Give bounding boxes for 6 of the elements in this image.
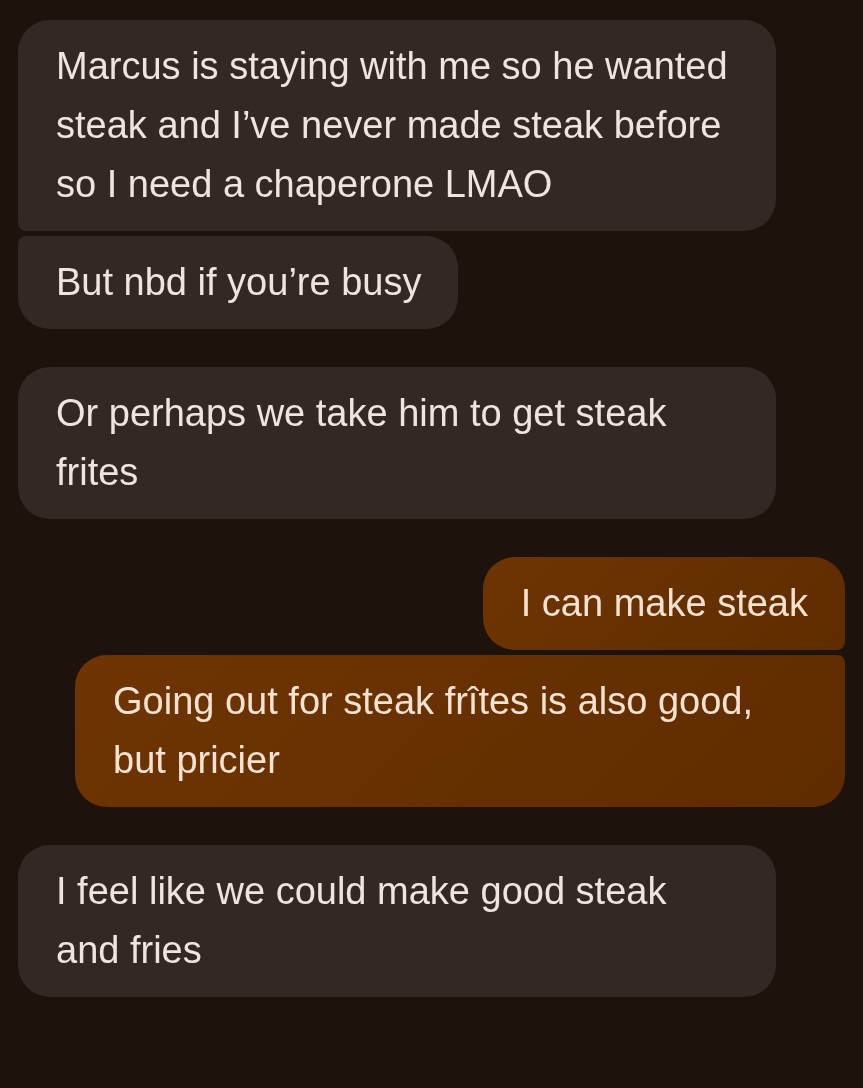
message-bubble: I feel like we could make good steak and fries (18, 845, 776, 997)
message-bubble: But nbd if you’re busy (18, 236, 459, 329)
message-bubble: I can make steak (482, 557, 845, 650)
message-bubble: Going out for steak frîtes is also good, but pricier (75, 655, 845, 807)
message-bubble: Marcus is staying with me so he wanted steak and I’ve never made steak before so I need a chaperone LMAO (18, 20, 776, 231)
message-bubble: Or perhaps we take him to get steak frites (18, 367, 776, 519)
